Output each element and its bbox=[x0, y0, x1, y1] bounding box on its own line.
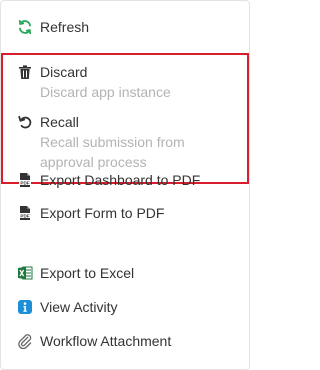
export-excel-label: Export to Excel bbox=[40, 265, 135, 281]
recall-menu-item[interactable]: Recall bbox=[17, 114, 79, 130]
refresh-menu-item[interactable]: Refresh bbox=[17, 19, 89, 35]
info-icon bbox=[17, 299, 33, 315]
recall-description-line2: approval process bbox=[40, 154, 147, 170]
paperclip-icon bbox=[17, 333, 33, 349]
actions-menu: Refresh Discard Discard app instance Rec… bbox=[0, 0, 250, 370]
trash-icon bbox=[17, 64, 33, 80]
view-activity-label: View Activity bbox=[40, 299, 118, 315]
export-dashboard-pdf-label: Export Dashboard to PDF bbox=[40, 172, 201, 188]
recall-label: Recall bbox=[40, 114, 79, 130]
discard-description: Discard app instance bbox=[40, 84, 171, 100]
undo-icon bbox=[17, 114, 33, 130]
export-form-pdf-label: Export Form to PDF bbox=[40, 205, 165, 221]
svg-text:PDF: PDF bbox=[20, 213, 29, 218]
view-activity-menu-item[interactable]: View Activity bbox=[17, 299, 118, 315]
recall-description-line1: Recall submission from bbox=[40, 134, 185, 150]
refresh-icon bbox=[17, 19, 33, 35]
excel-icon bbox=[17, 265, 33, 281]
export-dashboard-pdf-menu-item[interactable]: PDF Export Dashboard to PDF bbox=[17, 172, 200, 188]
workflow-attachment-menu-item[interactable]: Workflow Attachment bbox=[17, 333, 171, 349]
discard-label: Discard bbox=[40, 64, 88, 80]
refresh-label: Refresh bbox=[40, 19, 90, 35]
discard-menu-item[interactable]: Discard bbox=[17, 64, 87, 80]
svg-text:PDF: PDF bbox=[20, 180, 29, 185]
export-form-pdf-menu-item[interactable]: PDF Export Form to PDF bbox=[17, 205, 164, 221]
pdf-icon: PDF bbox=[17, 205, 33, 221]
workflow-attachment-label: Workflow Attachment bbox=[40, 333, 172, 349]
pdf-icon: PDF bbox=[17, 172, 33, 188]
export-excel-menu-item[interactable]: Export to Excel bbox=[17, 265, 134, 281]
